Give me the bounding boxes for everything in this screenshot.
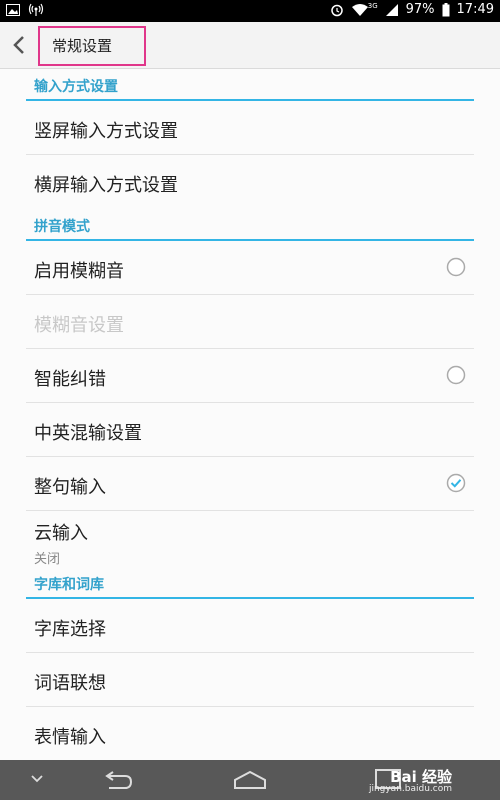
item-label: 字库选择	[34, 619, 106, 640]
back-icon[interactable]	[103, 770, 133, 790]
cell-signal-icon	[385, 3, 398, 16]
checkbox-unchecked-icon[interactable]	[446, 365, 466, 385]
section-header-pinyin-mode: 拼音模式	[26, 209, 474, 241]
network-type: 3G	[367, 1, 378, 10]
watermark-url: jingyan.baidu.com	[368, 784, 452, 794]
image-icon	[6, 4, 20, 16]
item-label: 表情输入	[34, 727, 106, 748]
item-label: 竖屏输入方式设置	[34, 121, 178, 142]
item-label: 中英混输设置	[34, 423, 142, 444]
alarm-icon	[330, 4, 343, 16]
list-item-fuzzy-settings: 模糊音设置	[26, 295, 474, 349]
section-title: 字库和词库	[34, 577, 104, 593]
clock: 17:49	[456, 2, 494, 17]
list-item-word-association[interactable]: 词语联想	[26, 653, 474, 707]
item-label: 词语联想	[34, 673, 106, 694]
list-item-fuzzy-pinyin[interactable]: 启用模糊音	[26, 241, 474, 295]
item-label-disabled: 模糊音设置	[34, 315, 124, 336]
section-header-input-method: 输入方式设置	[26, 69, 474, 101]
status-bar: 3G 97% 17:49	[0, 0, 500, 22]
settings-list: 输入方式设置 竖屏输入方式设置 横屏输入方式设置 拼音模式 启用模糊音 模糊音设…	[0, 69, 500, 760]
item-summary: 关闭	[34, 552, 61, 567]
item-label: 整句输入	[34, 477, 106, 498]
battery-icon	[442, 2, 450, 16]
chevron-left-icon[interactable]	[10, 34, 30, 56]
battery-level: 97%	[405, 2, 435, 17]
home-icon[interactable]	[233, 770, 267, 790]
list-item-landscape-input[interactable]: 横屏输入方式设置	[26, 155, 474, 209]
item-label: 智能纠错	[34, 369, 106, 390]
checkbox-unchecked-icon[interactable]	[446, 257, 466, 277]
wifi-icon	[351, 3, 368, 16]
navigation-bar: Bai 经验 jingyan.baidu.com	[0, 760, 500, 800]
section-title: 拼音模式	[34, 219, 90, 235]
item-label: 横屏输入方式设置	[34, 175, 178, 196]
signal-broadcast-icon	[28, 3, 44, 16]
list-item-mixed-input[interactable]: 中英混输设置	[26, 403, 474, 457]
section-title: 输入方式设置	[34, 79, 118, 95]
list-item-emoji-input[interactable]: 表情输入	[26, 707, 474, 761]
hide-keyboard-icon[interactable]	[30, 774, 44, 784]
section-header-dictionary: 字库和词库	[26, 567, 474, 599]
checkbox-checked-icon[interactable]	[446, 473, 466, 493]
page-title: 常规设置	[52, 37, 113, 55]
list-item-dictionary-select[interactable]: 字库选择	[26, 599, 474, 653]
list-item-smart-correction[interactable]: 智能纠错	[26, 349, 474, 403]
list-item-portrait-input[interactable]: 竖屏输入方式设置	[26, 101, 474, 155]
item-label: 云输入	[34, 523, 88, 544]
list-item-cloud-input[interactable]: 云输入 关闭	[26, 511, 474, 567]
list-item-sentence-input[interactable]: 整句输入	[26, 457, 474, 511]
item-label: 启用模糊音	[34, 261, 124, 282]
